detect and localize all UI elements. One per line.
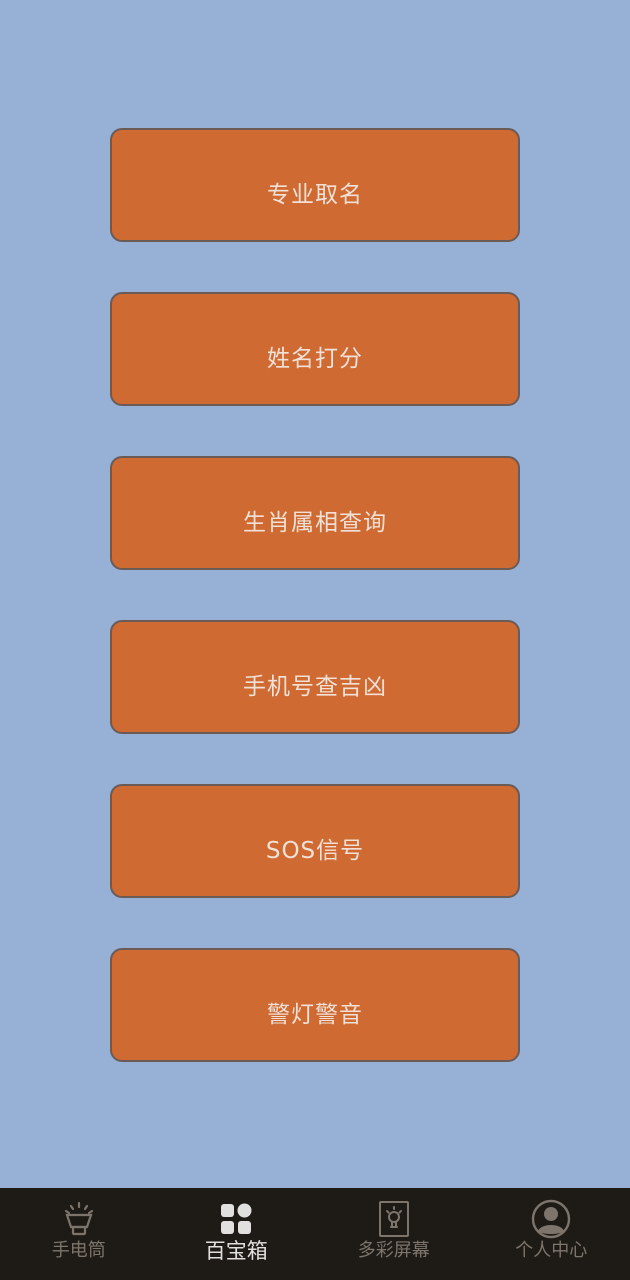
tab-flashlight-label: 手电筒 [51,1240,106,1261]
menu-list: 专业取名 姓名打分 生肖属相查询 手机号查吉凶 SOS信号 警灯警音 [110,128,520,1112]
grid-icon [216,1200,256,1238]
bulb-screen-icon [374,1200,414,1238]
police-light-siren-button[interactable]: 警灯警音 [110,948,520,1062]
profile-icon [531,1199,571,1239]
flashlight-icon [59,1200,99,1238]
sos-signal-button[interactable]: SOS信号 [110,784,520,898]
tab-colorful-screen[interactable]: 多彩屏幕 [315,1188,473,1280]
phone-fortune-button[interactable]: 手机号查吉凶 [110,620,520,734]
tab-profile[interactable]: 个人中心 [473,1188,630,1280]
zodiac-query-button[interactable]: 生肖属相查询 [110,456,520,570]
name-scoring-button[interactable]: 姓名打分 [110,292,520,406]
screen: 专业取名 姓名打分 生肖属相查询 手机号查吉凶 SOS信号 警灯警音 手电筒 百… [0,0,630,1280]
tab-colorful-screen-label: 多彩屏幕 [357,1240,430,1261]
tab-profile-label: 个人中心 [515,1240,588,1261]
bottom-nav: 手电筒 百宝箱 多彩屏幕 个人中心 [0,1188,630,1280]
tab-toolbox[interactable]: 百宝箱 [158,1188,316,1280]
tab-toolbox-label: 百宝箱 [204,1239,268,1263]
tab-flashlight[interactable]: 手电筒 [0,1188,158,1280]
professional-naming-button[interactable]: 专业取名 [110,128,520,242]
